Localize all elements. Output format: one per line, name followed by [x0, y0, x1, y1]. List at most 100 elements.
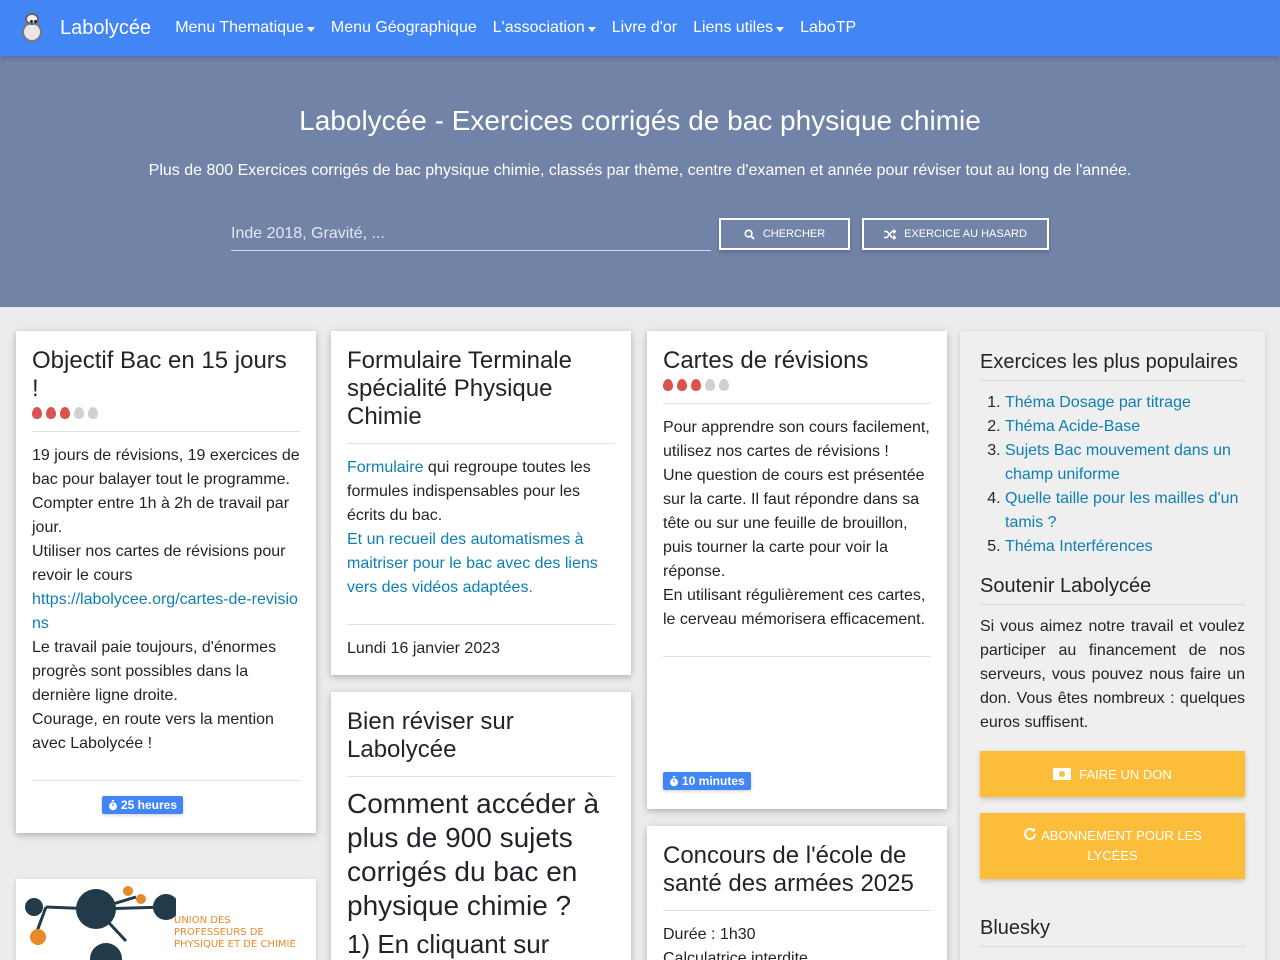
stopwatch-icon: [670, 775, 678, 786]
random-exercise-button[interactable]: Exercice au hasard: [862, 218, 1049, 250]
card-objectif-bac: Objectif Bac en 15 jours ! 19 jours de r…: [16, 331, 316, 833]
popular-link[interactable]: Théma Dosage par titrage: [1005, 394, 1191, 411]
support-title: Soutenir Labolycée: [980, 575, 1245, 605]
navbar: Labolycée Menu Thematique Menu Géographi…: [0, 0, 1280, 56]
donate-label: Faire un don: [1079, 766, 1172, 782]
nav-menu-thematique[interactable]: Menu Thematique: [175, 19, 315, 37]
card-text: Durée : 1h30: [663, 926, 756, 943]
card-cartes-revisions: Cartes de révisions Pour apprendre son c…: [647, 331, 947, 809]
list-item: Sujets Bac mouvement dans un champ unifo…: [1005, 439, 1245, 487]
card-bien-reviser: Bien réviser sur Labolycée Comment accéd…: [331, 692, 631, 960]
card-body: Durée : 1h30 Calculatrice interdite: [663, 923, 931, 960]
hero-subtitle: Plus de 800 Exercices corrigés de bac ph…: [148, 162, 1132, 179]
difficulty-rating: [32, 407, 300, 419]
flame-icon: [719, 379, 729, 391]
search-button[interactable]: Chercher: [719, 218, 850, 250]
caret-down-icon: [306, 26, 315, 32]
money-icon: [1053, 768, 1072, 780]
flame-icon: [32, 407, 42, 419]
divider: [347, 443, 615, 444]
duration-badge: 10 minutes: [663, 772, 751, 790]
flame-icon: [691, 379, 701, 391]
divider: [347, 776, 615, 777]
card-body: 19 jours de révisions, 19 exercices de b…: [32, 444, 300, 756]
divider: [32, 780, 300, 781]
nav-menu-geographique[interactable]: Menu Géographique: [331, 19, 477, 37]
card-text: Le travail paie toujours, d'énormes prog…: [32, 639, 277, 704]
donate-button[interactable]: Faire un don: [980, 751, 1245, 797]
popular-link[interactable]: Théma Interférences: [1005, 538, 1153, 555]
popular-list: Théma Dosage par titrage Théma Acide-Bas…: [1005, 391, 1245, 559]
divider: [663, 910, 931, 911]
list-item: Quelle taille pour les mailles d'un tami…: [1005, 487, 1245, 535]
card-body: Formulaire qui regroupe toutes les formu…: [347, 456, 615, 600]
card-text: Une question de cours est présentée sur …: [663, 467, 925, 580]
search-row: Chercher Exercice au hasard: [231, 218, 1049, 251]
list-item: Théma Acide-Base: [1005, 415, 1245, 439]
subscribe-button[interactable]: Abonnement pour les lycées: [980, 813, 1245, 879]
list-item: Théma Dosage par titrage: [1005, 391, 1245, 415]
flame-icon: [46, 407, 56, 419]
search-icon: [744, 228, 755, 240]
hero-title: Labolycée - Exercices corrigés de bac ph…: [299, 105, 981, 136]
popular-title: Exercices les plus populaires: [980, 351, 1245, 381]
card-text: 19 jours de révisions, 19 exercices de b…: [32, 447, 300, 488]
card-title[interactable]: Cartes de révisions: [663, 347, 931, 375]
popular-link[interactable]: Quelle taille pour les mailles d'un tami…: [1005, 490, 1238, 531]
card-title[interactable]: Formulaire Terminale spécialité Physique…: [347, 347, 615, 431]
brand-link[interactable]: Labolycée: [60, 17, 151, 40]
hero-section: Labolycée - Exercices corrigés de bac ph…: [0, 56, 1280, 307]
card-text: En utilisant régulièrement ces cartes, l…: [663, 587, 926, 628]
duration-badge: 25 heures: [102, 796, 184, 814]
bluesky-title: Bluesky: [980, 917, 1245, 947]
card-title[interactable]: Objectif Bac en 15 jours !: [32, 347, 300, 403]
flame-icon: [74, 407, 84, 419]
nav-livre-dor[interactable]: Livre d'or: [612, 19, 677, 37]
flame-icon: [705, 379, 715, 391]
flame-icon: [60, 407, 70, 419]
formulaire-link[interactable]: Formulaire: [347, 459, 423, 476]
card-text: Compter entre 1h à 2h de travail par jou…: [32, 495, 290, 536]
random-button-label: Exercice au hasard: [904, 228, 1027, 240]
support-text: Si vous aimez notre travail et voulez pa…: [980, 618, 1245, 731]
divider: [663, 656, 931, 657]
nav-labotp[interactable]: LaboTP: [800, 19, 856, 37]
search-input[interactable]: [231, 218, 711, 251]
card-title[interactable]: Bien réviser sur Labolycée: [347, 708, 615, 764]
caret-down-icon: [776, 26, 785, 32]
popular-link[interactable]: Théma Acide-Base: [1005, 418, 1140, 435]
difficulty-rating: [663, 379, 931, 391]
flame-icon: [663, 379, 673, 391]
cartes-revisions-link[interactable]: https://labolycee.org/cartes-de-revision…: [32, 588, 300, 636]
udppc-logo-card[interactable]: UNION DES PROFESSEURS DE PHYSIQUE ET DE …: [16, 879, 316, 960]
divider: [347, 624, 615, 625]
molecule-logo-icon: [25, 886, 176, 960]
automatismes-link[interactable]: Et un recueil des automatismes à maitris…: [347, 528, 615, 600]
caret-down-icon: [587, 26, 596, 32]
flame-icon: [88, 407, 98, 419]
list-item: Théma Interférences: [1005, 535, 1245, 559]
search-button-label: Chercher: [762, 228, 826, 240]
card-question: Comment accéder à plus de 900 sujets cor…: [347, 788, 600, 921]
badge-label: 25 heures: [121, 798, 178, 812]
divider: [663, 403, 931, 404]
stopwatch-icon: [109, 799, 117, 810]
card-text: Utiliser nos cartes de révisions pour re…: [32, 543, 286, 584]
subscribe-label: Abonnement pour les lycées: [1041, 828, 1202, 863]
card-concours: Concours de l'école de santé des armées …: [647, 826, 947, 960]
card-text: Courage, en route vers la mention avec L…: [32, 711, 274, 752]
refresh-icon: [1024, 827, 1037, 840]
card-body: Pour apprendre son cours facilement, uti…: [663, 416, 931, 632]
nav-liens-utiles[interactable]: Liens utiles: [693, 19, 785, 37]
popular-link[interactable]: Sujets Bac mouvement dans un champ unifo…: [1005, 442, 1231, 483]
card-formulaire: Formulaire Terminale spécialité Physique…: [331, 331, 631, 675]
divider: [32, 431, 300, 432]
card-step: 1) En cliquant sur: [347, 929, 550, 959]
card-date: Lundi 16 janvier 2023: [347, 640, 501, 657]
nav-association[interactable]: L'association: [493, 19, 596, 37]
sidebar: Exercices les plus populaires Théma Dosa…: [960, 331, 1265, 960]
penguin-logo-icon[interactable]: [16, 12, 48, 44]
card-title[interactable]: Concours de l'école de santé des armées …: [663, 842, 931, 898]
card-text: Pour apprendre son cours facilement, uti…: [663, 419, 930, 460]
card-text: Calculatrice interdite: [663, 950, 808, 960]
